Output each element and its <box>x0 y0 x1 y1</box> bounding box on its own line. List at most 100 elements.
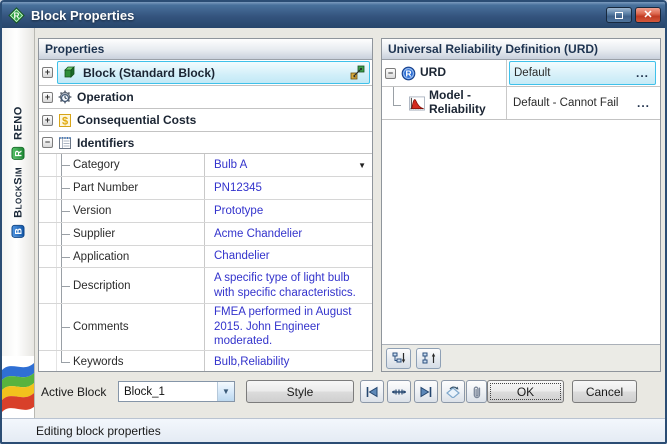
version-value-field[interactable]: Prototype <box>204 200 372 222</box>
block-cube-icon <box>62 65 78 80</box>
block-properties-dialog: R Block Properties ✕ B BlockSim R RENO <box>0 0 667 444</box>
tree-line <box>57 154 73 176</box>
section-row-costs[interactable]: + $ Consequential Costs <box>39 109 372 132</box>
description-value-field[interactable]: A specific type of light bulb with speci… <box>204 268 372 303</box>
cancel-button[interactable]: Cancel <box>572 380 637 403</box>
model-value: Default - Cannot Fail <box>513 97 635 109</box>
diagram-diamond-icon <box>446 385 460 398</box>
tree-line <box>57 200 73 222</box>
identifier-label: Description <box>73 268 204 303</box>
urd-value: Default <box>514 67 634 79</box>
urd-browse-button[interactable]: ... <box>634 69 651 77</box>
expand-tree-button[interactable] <box>386 348 411 369</box>
collapse-tree-button[interactable] <box>416 348 441 369</box>
block-swap-icon[interactable] <box>349 65 365 80</box>
close-icon[interactable]: ✕ <box>635 7 661 23</box>
section-label-operation: Operation <box>77 90 134 104</box>
identifier-row-keywords: Keywords Bulb,Reliability <box>39 351 372 371</box>
identifier-row-part-number: Part Number PN12345 <box>39 177 372 200</box>
tree-line <box>57 177 73 199</box>
expand-icon[interactable]: + <box>42 92 53 103</box>
model-value-cell[interactable]: Default - Cannot Fail ... <box>506 87 660 119</box>
tree-line <box>57 351 73 371</box>
urd-panel-header: Universal Reliability Definition (URD) <box>382 39 660 60</box>
tree-line <box>57 304 73 350</box>
keywords-value-field[interactable]: Bulb,Reliability <box>204 351 372 371</box>
attachments-button[interactable] <box>466 380 487 403</box>
collapse-tree-icon <box>422 352 436 364</box>
block-navigator-icon <box>391 386 407 398</box>
brand-strip: B BlockSim R RENO <box>12 106 25 238</box>
comments-value-field[interactable]: FMEA performed in August 2015. John Engi… <box>204 304 372 350</box>
paperclip-icon <box>471 385 483 399</box>
identifier-label: Version <box>73 200 204 222</box>
identifier-label: Application <box>73 246 204 267</box>
go-to-diagram-button[interactable] <box>441 380 465 403</box>
identifier-label: Part Number <box>73 177 204 199</box>
urd-r-icon: R <box>400 66 416 81</box>
urd-value-cell[interactable]: Default ... <box>506 60 660 86</box>
section-label-costs: Consequential Costs <box>77 113 196 127</box>
block-navigator-button[interactable] <box>387 380 411 403</box>
identifier-row-description: Description A specific type of light bul… <box>39 268 372 304</box>
blocksim-icon: B <box>12 225 25 238</box>
brand-blocksim: BlockSim <box>12 167 24 218</box>
reno-logo-icon: R <box>8 7 25 24</box>
style-button[interactable]: Style <box>246 380 354 403</box>
expand-icon[interactable]: + <box>42 115 53 126</box>
identifier-row-category: Category Bulb A ▼ <box>39 154 372 177</box>
tree-line <box>57 268 73 303</box>
previous-block-icon <box>365 386 379 398</box>
urd-empty-area <box>382 120 660 344</box>
collapse-icon[interactable]: − <box>385 68 396 79</box>
identifier-row-comments: Comments FMEA performed in August 2015. … <box>39 304 372 351</box>
urd-row: − R URD D <box>382 60 660 87</box>
application-sidebar: B BlockSim R RENO <box>2 28 35 418</box>
expand-icon[interactable]: + <box>42 67 53 78</box>
previous-block-button[interactable] <box>360 380 384 403</box>
restore-icon[interactable] <box>606 7 632 23</box>
titlebar[interactable]: R Block Properties ✕ <box>2 2 665 28</box>
section-row-identifiers[interactable]: − Identifiers <box>39 132 372 154</box>
chevron-down-icon[interactable]: ▼ <box>358 161 366 170</box>
application-value-field[interactable]: Chandelier <box>204 246 372 267</box>
section-label-identifiers: Identifiers <box>77 136 134 150</box>
identifiers-notepad-icon <box>57 135 73 150</box>
part-number-value-field[interactable]: PN12345 <box>204 177 372 199</box>
selected-section-highlight[interactable]: Block (Standard Block) <box>57 61 370 84</box>
identifier-row-supplier: Supplier Acme Chandelier <box>39 223 372 246</box>
ok-button[interactable]: OK <box>487 380 564 403</box>
active-block-label: Active Block <box>41 385 106 399</box>
identifier-row-application: Application Chandelier <box>39 246 372 268</box>
next-block-icon <box>419 386 433 398</box>
supplier-value-field[interactable]: Acme Chandelier <box>204 223 372 245</box>
svg-text:$: $ <box>62 115 68 127</box>
next-block-button[interactable] <box>414 380 438 403</box>
category-value-field[interactable]: Bulb A ▼ <box>204 154 372 176</box>
svg-text:R: R <box>14 11 20 20</box>
section-row-operation[interactable]: + <box>39 86 372 109</box>
collapse-icon[interactable]: − <box>42 137 53 148</box>
tree-line <box>385 87 405 119</box>
reliasoft-swoosh-graphic <box>2 356 35 418</box>
svg-text:R: R <box>405 68 411 78</box>
active-block-select[interactable]: Block_1 ▼ <box>118 381 235 402</box>
dialog-main-area: Properties + <box>35 28 665 418</box>
status-text: Editing block properties <box>36 424 161 438</box>
section-row-block[interactable]: + Block (Standard Block) <box>39 60 372 86</box>
identifier-label: Comments <box>73 304 204 350</box>
urd-label: URD <box>420 66 446 80</box>
reno-icon: R <box>12 147 25 160</box>
chevron-down-icon[interactable]: ▼ <box>217 382 234 401</box>
model-browse-button[interactable]: ... <box>635 99 652 107</box>
section-label-block: Block (Standard Block) <box>83 66 215 80</box>
active-block-value: Block_1 <box>119 386 217 398</box>
identifier-label: Keywords <box>73 351 204 371</box>
properties-panel: Properties + <box>38 38 373 372</box>
tree-line <box>57 246 73 267</box>
identifier-label: Supplier <box>73 223 204 245</box>
model-distribution-icon <box>409 96 425 111</box>
properties-panel-header: Properties <box>39 39 372 60</box>
dollar-costs-icon: $ <box>57 113 73 128</box>
expand-tree-icon <box>392 352 406 364</box>
